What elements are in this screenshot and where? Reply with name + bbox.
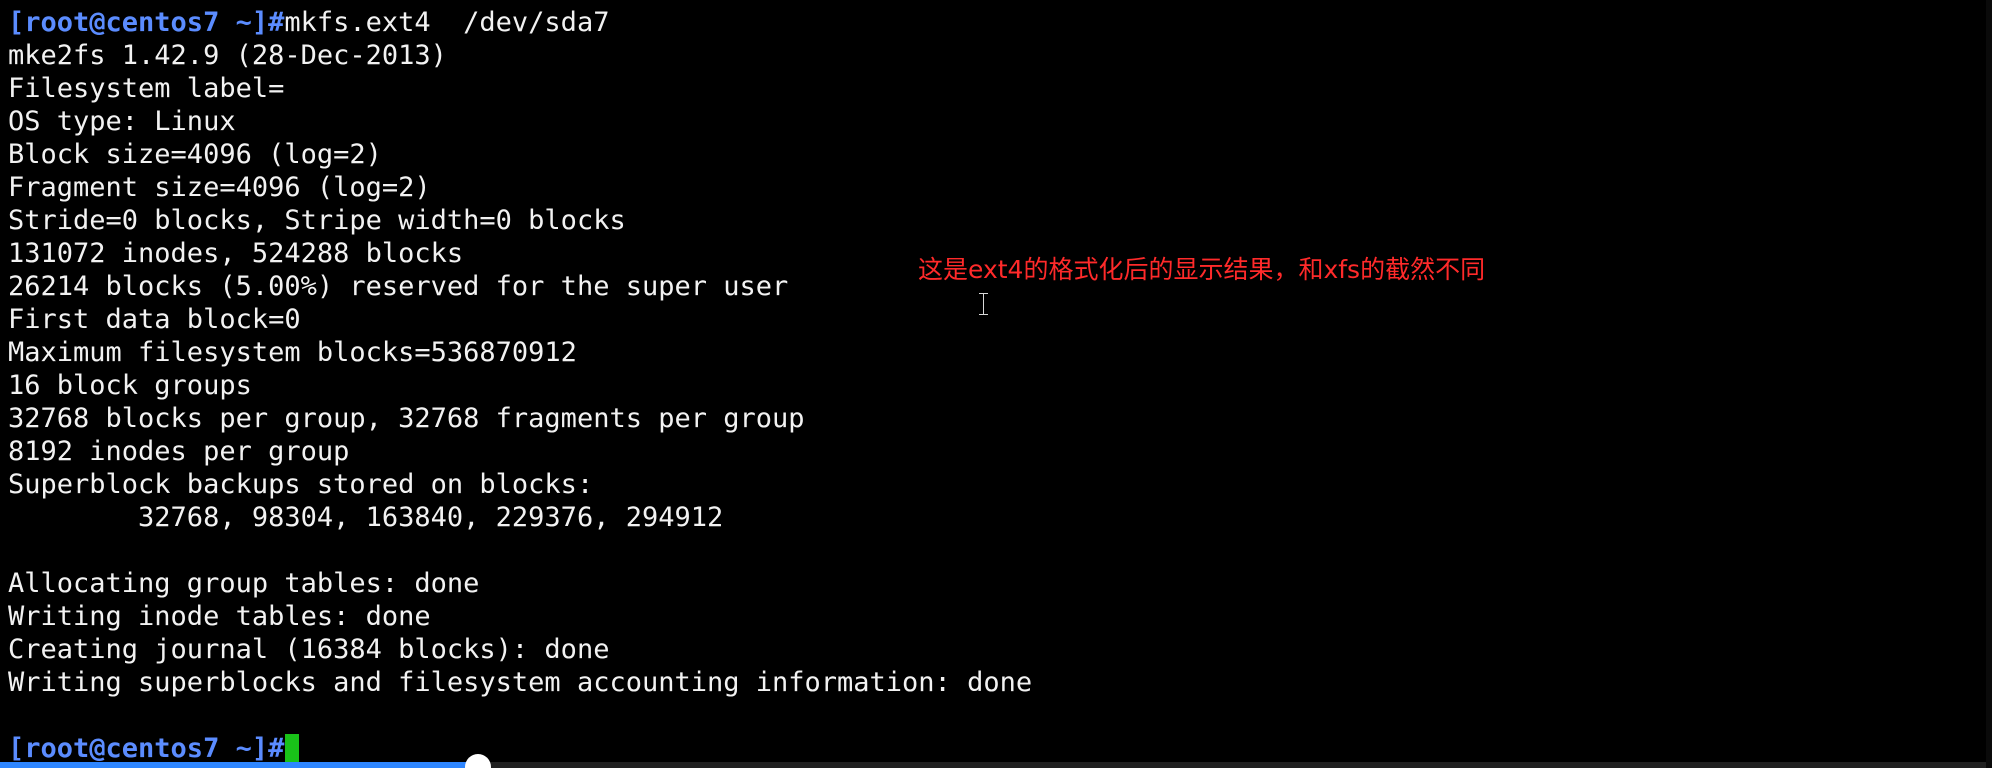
- output-line: Writing inode tables: done: [8, 600, 1978, 633]
- output-line: Fragment size=4096 (log=2): [8, 171, 1978, 204]
- output-line: 16 block groups: [8, 369, 1978, 402]
- output-text: Writing superblocks and filesystem accou…: [8, 667, 1033, 698]
- output-text: 8192 inodes per group: [8, 436, 350, 467]
- output-line: First data block=0: [8, 303, 1978, 336]
- prompt-line: [root@centos7 ~]#: [8, 732, 1978, 765]
- output-text: Block size=4096 (log=2): [8, 139, 382, 170]
- terminal-window[interactable]: [root@centos7 ~]#mkfs.ext4 /dev/sda7 mke2…: [0, 0, 1992, 768]
- output-text: Maximum filesystem blocks=536870912: [8, 337, 577, 368]
- output-line: Maximum filesystem blocks=536870912: [8, 336, 1978, 369]
- output-text: Writing inode tables: done: [8, 601, 431, 632]
- command-text: mkfs.ext4 /dev/sda7: [284, 7, 610, 38]
- output-line: 32768 blocks per group, 32768 fragments …: [8, 402, 1978, 435]
- output-text: Creating journal (16384 blocks): done: [8, 634, 610, 665]
- output-line: 8192 inodes per group: [8, 435, 1978, 468]
- output-text: Superblock backups stored on blocks:: [8, 469, 594, 500]
- output-text: Allocating group tables: done: [8, 568, 480, 599]
- window-edge: [1986, 0, 1992, 768]
- text-cursor-icon: [979, 292, 989, 316]
- output-text: Filesystem label=: [8, 73, 285, 104]
- video-progress-fill: [0, 762, 479, 768]
- shell-prompt: [root@centos7 ~]#: [8, 7, 285, 38]
- output-text: 131072 inodes, 524288 blocks: [8, 238, 464, 269]
- terminal-cursor: [285, 733, 300, 762]
- output-line: Writing superblocks and filesystem accou…: [8, 666, 1978, 699]
- shell-prompt: [root@centos7 ~]#: [8, 733, 285, 764]
- output-text: First data block=0: [8, 304, 301, 335]
- output-line: Allocating group tables: done: [8, 567, 1978, 600]
- prompt-line: [root@centos7 ~]#mkfs.ext4 /dev/sda7: [8, 6, 1978, 39]
- output-line: Stride=0 blocks, Stripe width=0 blocks: [8, 204, 1978, 237]
- video-progress-bar[interactable]: [0, 754, 1992, 768]
- terminal-output: [root@centos7 ~]#mkfs.ext4 /dev/sda7 mke2…: [8, 6, 1978, 765]
- output-text: 32768 blocks per group, 32768 fragments …: [8, 403, 805, 434]
- annotation-text: 这是ext4的格式化后的显示结果，和xfs的截然不同: [918, 255, 1486, 284]
- output-text: 16 block groups: [8, 370, 252, 401]
- output-line: Superblock backups stored on blocks:: [8, 468, 1978, 501]
- output-line: mke2fs 1.42.9 (28-Dec-2013): [8, 39, 1978, 72]
- output-line: 32768, 98304, 163840, 229376, 294912: [8, 501, 1978, 534]
- output-line: Filesystem label=: [8, 72, 1978, 105]
- output-text: 26214 blocks (5.00%) reserved for the su…: [8, 271, 789, 302]
- output-line: OS type: Linux: [8, 105, 1978, 138]
- output-line: Creating journal (16384 blocks): done: [8, 633, 1978, 666]
- output-text: Stride=0 blocks, Stripe width=0 blocks: [8, 205, 626, 236]
- output-text: OS type: Linux: [8, 106, 236, 137]
- output-text: 32768, 98304, 163840, 229376, 294912: [8, 502, 724, 533]
- output-text: Fragment size=4096 (log=2): [8, 172, 431, 203]
- output-text: mke2fs 1.42.9 (28-Dec-2013): [8, 40, 447, 71]
- output-line: Block size=4096 (log=2): [8, 138, 1978, 171]
